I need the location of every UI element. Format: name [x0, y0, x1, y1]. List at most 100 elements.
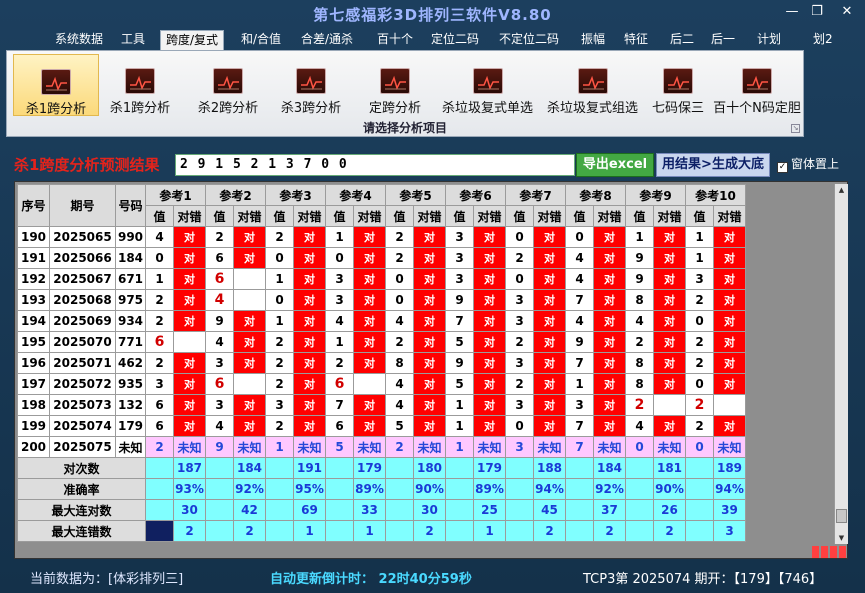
menu-item-5[interactable]: 百十个 — [372, 30, 418, 50]
ribbon-button-2[interactable]: 杀2跨分析 — [185, 54, 271, 116]
summary-value: 188 — [533, 457, 566, 479]
analysis-table: 序号 期号 号码 参考1 参考2 参考3 参考4 参考5 参考6 参考7 参考8 参考9 参考10 值对错… — [17, 184, 746, 542]
value-cell: 2 — [505, 331, 534, 353]
row-number: 192 — [17, 268, 50, 290]
minimize-button[interactable]: — — [781, 4, 803, 20]
ribbon-button-7[interactable]: 七码保三 — [647, 54, 709, 116]
menu-item-3[interactable]: 和/合值 — [236, 30, 286, 50]
table-row[interactable]: 193 2025068 975 2 对 4 0 对 3 对 0 对 9 对 3 对 7 对 8 对 2 对 — [17, 289, 746, 311]
summary-blank — [685, 520, 714, 542]
pending-row[interactable]: 200 2025075 未知 2 未知 9 未知 1 未知 5 未知 2 未知 1 未知 3 未知 7 未知 0 未知 0… — [17, 436, 746, 458]
check-cell: 对 — [413, 352, 446, 374]
sub-header-value: 值 — [385, 205, 414, 227]
check-cell: 对 — [593, 415, 626, 437]
check-cell: 对 — [473, 373, 506, 395]
row-number: 191 — [17, 247, 50, 269]
summary-value: 90% — [413, 478, 446, 500]
ribbon-button-3[interactable]: 杀3跨分析 — [275, 54, 347, 116]
check-cell: 对 — [353, 310, 386, 332]
result-input[interactable]: 2 9 1 5 2 1 3 7 0 0 — [175, 154, 575, 176]
check-cell: 对 — [713, 310, 746, 332]
ribbon-button-0[interactable]: 杀1跨分析 — [13, 54, 99, 117]
value-cell: 3 — [445, 226, 474, 248]
ribbon-expand-icon[interactable]: ↘ — [791, 124, 800, 133]
table-row[interactable]: 190 2025065 990 4 对 2 对 2 对 1 对 2 对 3 对 0 对 0 对 1 对 1 对 — [17, 226, 746, 248]
table-row[interactable]: 199 2025074 179 6 对 4 对 2 对 6 对 5 对 1 对 0 对 7 对 4 对 2 对 — [17, 415, 746, 437]
table-row[interactable]: 191 2025066 184 0 对 6 对 0 对 0 对 2 对 3 对 2 对 4 对 9 对 1 对 — [17, 247, 746, 269]
number-cell: 179 — [115, 415, 146, 437]
sub-header-check: 对错 — [173, 205, 206, 227]
menu-item-13[interactable]: 划2 — [808, 30, 838, 50]
pending-status-cell: 未知 — [473, 436, 506, 458]
check-cell: 对 — [233, 310, 266, 332]
table-row[interactable]: 195 2025070 771 6 4 对 2 对 1 对 2 对 5 对 2 对 9 对 2 对 2 对 — [17, 331, 746, 353]
miss-cell — [713, 394, 746, 416]
ribbon-button-4[interactable]: 定跨分析 — [352, 54, 438, 116]
value-cell: 2 — [685, 331, 714, 353]
vertical-scrollbar[interactable]: ▲ ▼ — [834, 184, 848, 544]
issue-cell: 2025069 — [49, 310, 116, 332]
close-button[interactable]: ✕ — [836, 4, 858, 20]
menu-item-12[interactable]: 计划 — [752, 30, 786, 50]
table-row[interactable]: 197 2025072 935 3 对 6 2 对 6 4 对 5 对 2 对 1 对 8 对 0 对 — [17, 373, 746, 395]
scroll-down-icon[interactable]: ▼ — [835, 532, 848, 544]
maximize-button[interactable]: ❐ — [806, 4, 828, 20]
sub-header-value: 值 — [685, 205, 714, 227]
sub-header-check: 对错 — [413, 205, 446, 227]
summary-value: 180 — [413, 457, 446, 479]
value-cell: 9 — [625, 268, 654, 290]
value-cell: 0 — [385, 289, 414, 311]
row-number: 193 — [17, 289, 50, 311]
summary-value: 30 — [413, 499, 446, 521]
menu-item-10[interactable]: 后二 — [665, 30, 699, 50]
value-cell: 9 — [205, 310, 234, 332]
scroll-thumb[interactable] — [836, 509, 847, 523]
value-cell: 6 — [145, 394, 174, 416]
scroll-up-icon[interactable]: ▲ — [835, 184, 848, 196]
menu-item-2[interactable]: 跨度/复式 — [160, 30, 225, 50]
check-cell: 对 — [593, 247, 626, 269]
value-cell: 1 — [145, 268, 174, 290]
table-row[interactable]: 196 2025071 462 2 对 3 对 2 对 2 对 8 对 9 对 3 对 7 对 8 对 2 对 — [17, 352, 746, 374]
value-cell: 7 — [565, 415, 594, 437]
ribbon-button-1[interactable]: 杀1跨分析 — [104, 54, 176, 116]
column-header: 序号 — [17, 184, 50, 227]
value-cell: 1 — [565, 373, 594, 395]
table-row[interactable]: 192 2025067 671 1 对 6 1 对 3 对 0 对 3 对 0 对 4 对 9 对 3 对 — [17, 268, 746, 290]
value-cell: 2 — [625, 394, 654, 416]
check-cell: 对 — [473, 331, 506, 353]
ribbon-button-8[interactable]: 百十个N码定胆 — [711, 54, 803, 116]
value-cell: 4 — [385, 310, 414, 332]
menu-item-0[interactable]: 系统数据 — [50, 30, 108, 50]
ribbon-button-5[interactable]: 杀垃圾复式单选 — [435, 54, 540, 116]
summary-value: 2 — [533, 520, 566, 542]
issue-cell: 2025068 — [49, 289, 116, 311]
group-header: 参考4 — [325, 184, 386, 206]
countdown-text: 自动更新倒计时： 22时40分59秒 — [270, 568, 472, 587]
menu-item-7[interactable]: 不定位二码 — [494, 30, 564, 50]
value-cell: 1 — [265, 268, 294, 290]
menu-item-9[interactable]: 特征 — [619, 30, 653, 50]
value-cell: 2 — [685, 352, 714, 374]
value-cell: 2 — [265, 226, 294, 248]
summary-value: 42 — [233, 499, 266, 521]
value-cell: 3 — [505, 394, 534, 416]
check-cell: 对 — [473, 310, 506, 332]
checkbox-check-icon[interactable]: ✓ — [777, 162, 788, 173]
topmost-checkbox[interactable]: ✓ 窗体置上 — [777, 155, 839, 173]
number-cell: 132 — [115, 394, 146, 416]
menu-item-11[interactable]: 后一 — [706, 30, 740, 50]
ribbon-button-6[interactable]: 杀垃圾复式组选 — [540, 54, 645, 116]
summary-blank — [505, 499, 534, 521]
table-row[interactable]: 198 2025073 132 6 对 3 对 3 对 7 对 4 对 1 对 3 对 3 对 2 2 — [17, 394, 746, 416]
row-number: 198 — [17, 394, 50, 416]
table-row[interactable]: 194 2025069 934 2 对 9 对 1 对 4 对 4 对 7 对 3 对 4 对 4 对 0 对 — [17, 310, 746, 332]
menu-item-1[interactable]: 工具 — [116, 30, 150, 50]
menu-item-6[interactable]: 定位二码 — [426, 30, 484, 50]
menu-item-4[interactable]: 合差/通杀 — [296, 30, 358, 50]
generate-base-button[interactable]: 用结果>生成大底 — [656, 153, 770, 177]
summary-label: 准确率 — [17, 478, 146, 500]
menu-item-8[interactable]: 振幅 — [576, 30, 610, 50]
export-excel-button[interactable]: 导出excel — [576, 153, 654, 177]
pending-status-cell: 未知 — [353, 436, 386, 458]
